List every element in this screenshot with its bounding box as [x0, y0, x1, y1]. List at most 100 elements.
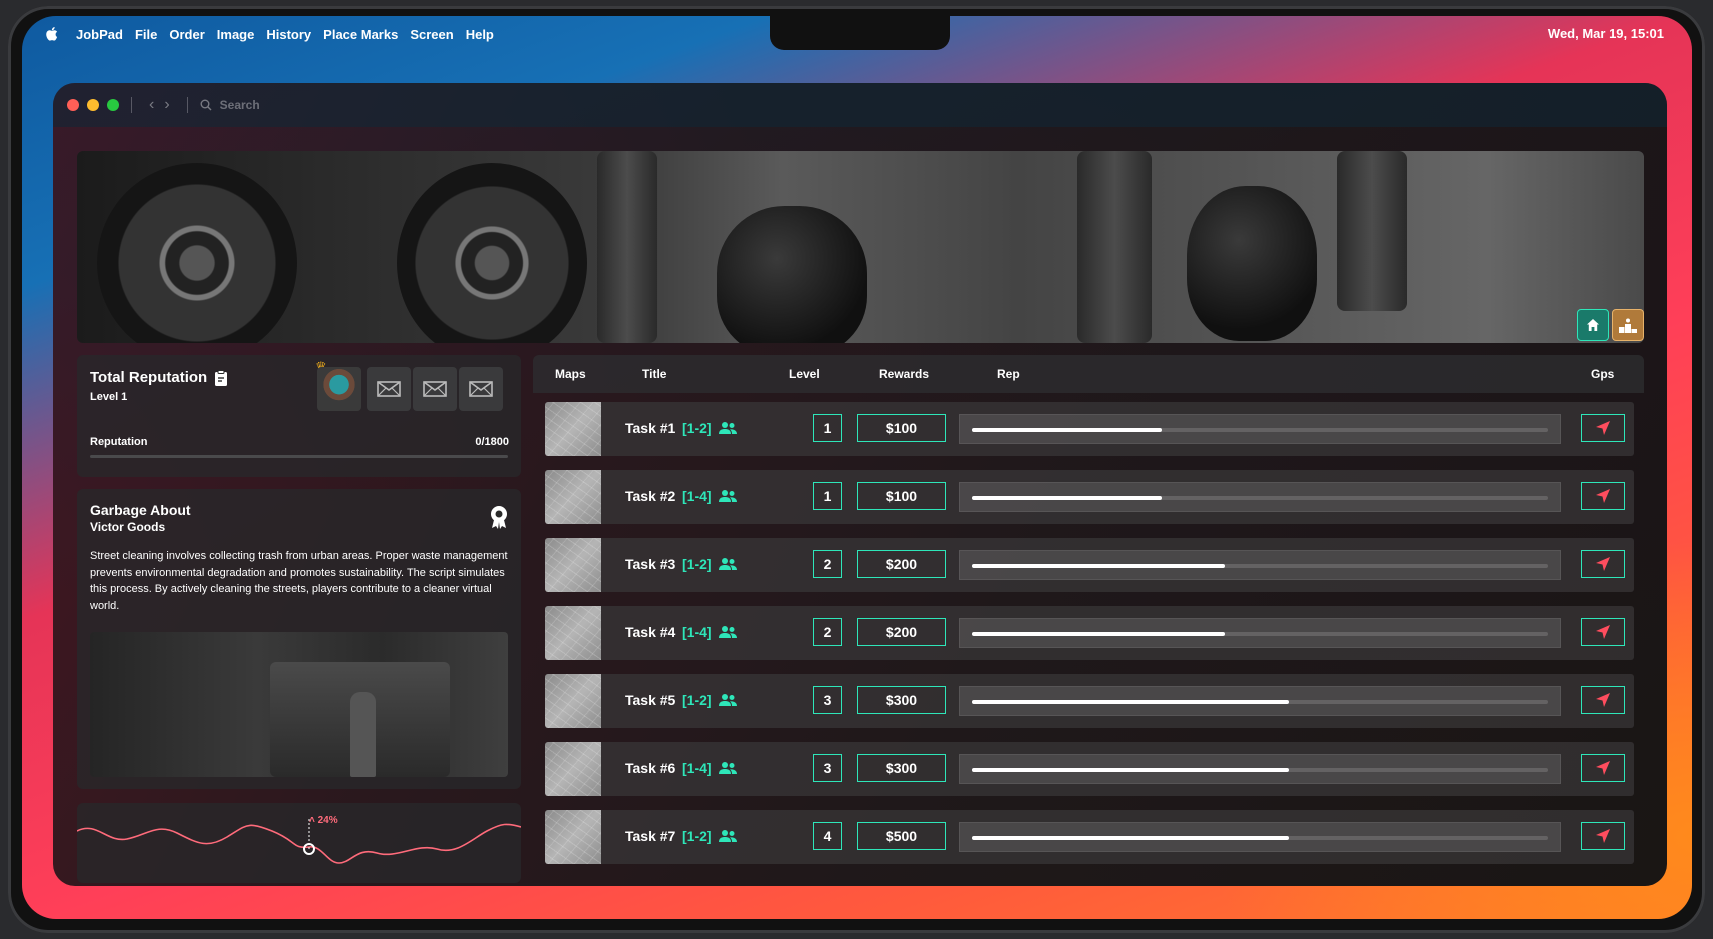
users-icon — [718, 830, 737, 842]
map-thumbnail[interactable] — [545, 402, 601, 456]
users-icon — [718, 694, 737, 706]
menu-place-marks[interactable]: Place Marks — [323, 27, 398, 42]
navigation-arrow-icon — [1596, 625, 1610, 639]
task-player-count: [1-2] — [682, 420, 738, 436]
task-title: Task #4 — [625, 624, 676, 640]
menu-help[interactable]: Help — [466, 27, 494, 42]
task-rep — [959, 822, 1561, 852]
menu-history[interactable]: History — [266, 27, 311, 42]
task-rep-bar — [972, 632, 1548, 636]
trash-bag — [717, 206, 867, 343]
mail-slot[interactable] — [413, 367, 457, 411]
task-player-range: [1-2] — [682, 420, 712, 436]
task-rep-fill — [972, 632, 1226, 636]
map-thumbnail[interactable] — [545, 810, 601, 864]
gps-button[interactable] — [1581, 618, 1625, 646]
app-name[interactable]: JobPad — [76, 27, 123, 42]
home-icon — [1587, 319, 1599, 331]
window-titlebar: ‹ › Search — [53, 83, 1667, 127]
map-thumbnail[interactable] — [545, 538, 601, 592]
task-row[interactable]: Task #5 [1-2] 3 $300 — [545, 674, 1634, 728]
task-row[interactable]: Task #6 [1-4] 3 $300 — [545, 742, 1634, 796]
task-rep-bar — [972, 768, 1548, 772]
worker-figure — [597, 151, 657, 343]
minimize-button[interactable] — [87, 99, 99, 111]
home-button[interactable] — [1577, 309, 1609, 341]
reputation-card: Total Reputation Level 1 ♛ Reputation 0/… — [77, 355, 521, 477]
leaderboard-button[interactable] — [1612, 309, 1644, 341]
task-player-count: [1-4] — [682, 760, 738, 776]
task-row[interactable]: Task #3 [1-2] 2 $200 — [545, 538, 1634, 592]
task-rep — [959, 550, 1561, 580]
gps-button[interactable] — [1581, 822, 1625, 850]
mail-slot[interactable] — [459, 367, 503, 411]
gps-button[interactable] — [1581, 686, 1625, 714]
back-icon[interactable]: ‹ — [149, 96, 154, 114]
task-player-range: [1-2] — [682, 556, 712, 572]
menu-clock[interactable]: Wed, Mar 19, 15:01 — [1548, 26, 1664, 41]
task-rep-fill — [972, 700, 1289, 704]
podium-icon — [1619, 318, 1637, 333]
job-banner-image — [77, 151, 1644, 343]
task-rep — [959, 414, 1561, 444]
search-field[interactable]: Search — [200, 98, 260, 112]
task-row[interactable]: Task #1 [1-2] 1 $100 — [545, 402, 1634, 456]
map-thumbnail[interactable] — [545, 606, 601, 660]
trash-bag — [1187, 186, 1317, 341]
gps-button[interactable] — [1581, 550, 1625, 578]
apple-icon[interactable] — [42, 25, 60, 43]
task-reward: $500 — [857, 822, 946, 850]
task-player-count: [1-2] — [682, 692, 738, 708]
task-row[interactable]: Task #7 [1-2] 4 $500 — [545, 810, 1634, 864]
users-icon — [718, 422, 737, 434]
header-rewards: Rewards — [879, 367, 930, 381]
map-thumbnail[interactable] — [545, 674, 601, 728]
task-player-range: [1-4] — [682, 488, 712, 504]
menu-screen[interactable]: Screen — [410, 27, 453, 42]
about-image — [90, 632, 508, 777]
reputation-progress-bar — [90, 455, 508, 458]
search-placeholder: Search — [219, 98, 260, 112]
avatar[interactable] — [317, 367, 361, 411]
task-reward: $100 — [857, 414, 946, 442]
menu-file[interactable]: File — [135, 27, 157, 42]
map-thumbnail[interactable] — [545, 742, 601, 796]
navigation-arrow-icon — [1596, 557, 1610, 571]
task-row[interactable]: Task #2 [1-4] 1 $100 — [545, 470, 1634, 524]
header-maps: Maps — [555, 367, 586, 381]
gps-button[interactable] — [1581, 482, 1625, 510]
task-rep-fill — [972, 496, 1163, 500]
task-row[interactable]: Task #4 [1-4] 2 $200 — [545, 606, 1634, 660]
worker-figure — [1077, 151, 1152, 343]
forward-icon[interactable]: › — [164, 96, 169, 114]
header-title: Title — [642, 367, 667, 381]
graph-percentage-value: 24% — [317, 815, 338, 826]
map-thumbnail[interactable] — [545, 470, 601, 524]
gps-button[interactable] — [1581, 754, 1625, 782]
about-description: Street cleaning involves collecting tras… — [90, 550, 508, 612]
task-reward: $300 — [857, 686, 946, 714]
task-reward: $200 — [857, 550, 946, 578]
menu-image[interactable]: Image — [217, 27, 255, 42]
app-window: ‹ › Search Total Reputation Level 1 ♛ — [53, 83, 1667, 886]
about-subtitle: Victor Goods — [90, 520, 166, 534]
task-title: Task #6 — [625, 760, 676, 776]
envelope-icon — [423, 381, 447, 397]
close-button[interactable] — [67, 99, 79, 111]
task-rep-fill — [972, 836, 1289, 840]
navigation-arrow-icon — [1596, 829, 1610, 843]
gps-button[interactable] — [1581, 414, 1625, 442]
task-rep-bar — [972, 428, 1548, 432]
task-rep-bar — [972, 564, 1548, 568]
maximize-button[interactable] — [107, 99, 119, 111]
mail-slot[interactable] — [367, 367, 411, 411]
titlebar-divider — [186, 97, 188, 113]
reputation-label: Reputation — [90, 436, 148, 448]
task-rep-bar — [972, 836, 1548, 840]
reputation-graph-card: ˄ 24% — [77, 803, 521, 883]
task-player-count: [1-4] — [682, 488, 738, 504]
search-icon — [200, 99, 212, 111]
task-reward: $200 — [857, 618, 946, 646]
task-player-count: [1-2] — [682, 828, 738, 844]
menu-order[interactable]: Order — [169, 27, 204, 42]
